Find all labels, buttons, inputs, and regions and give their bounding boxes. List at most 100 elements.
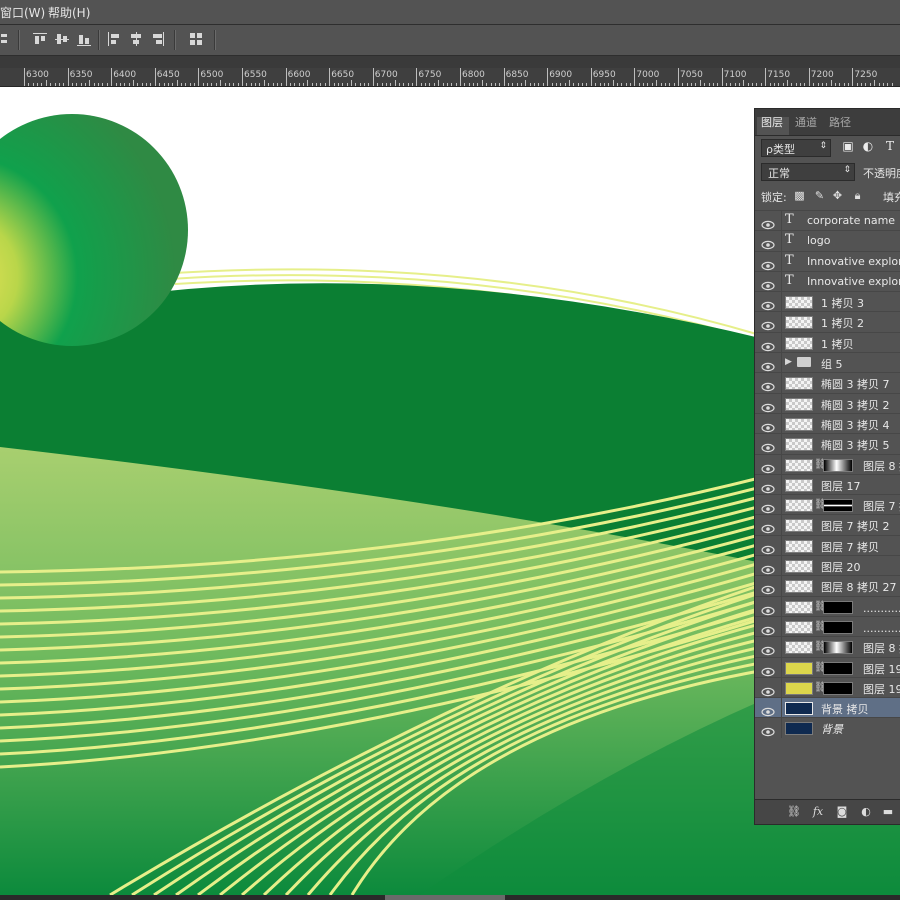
ruler-tick bbox=[403, 83, 405, 86]
eye-icon[interactable] bbox=[761, 357, 775, 372]
layer-row[interactable]: 椭圆 3 拷贝 4 bbox=[755, 412, 900, 434]
eye-icon[interactable] bbox=[761, 438, 775, 453]
eye-icon[interactable] bbox=[761, 459, 775, 473]
distribute-icon[interactable] bbox=[188, 31, 204, 47]
lock-position-icon[interactable]: ✥ bbox=[831, 189, 844, 202]
layer-filter-select[interactable]: ρ类型 ⇕ bbox=[761, 139, 831, 157]
layer-row[interactable]: Tcorporate name bbox=[755, 210, 900, 231]
eye-icon[interactable] bbox=[761, 560, 775, 575]
ruler-tick bbox=[303, 83, 305, 86]
layer-row[interactable]: 椭圆 3 拷贝 5 bbox=[755, 433, 900, 454]
tab-layers[interactable]: 图层 bbox=[761, 114, 783, 130]
layer-row[interactable]: 背景 拷贝 bbox=[755, 697, 900, 718]
image-filter-icon[interactable]: ▣ bbox=[841, 139, 855, 153]
link-layers-icon[interactable]: ⛓︎ bbox=[787, 805, 801, 819]
layer-name: 图层 7 拷贝 2 bbox=[821, 520, 890, 534]
layer-row[interactable]: T Innovative exploratio bbox=[755, 250, 900, 271]
layer-row[interactable]: T Innovative exploratio bbox=[755, 270, 900, 292]
layer-row[interactable]: ⛓︎........... 拷 bbox=[755, 595, 900, 616]
eye-icon[interactable] bbox=[761, 662, 775, 676]
adjustment-layer-icon[interactable]: ◐ bbox=[859, 805, 873, 819]
eye-icon[interactable] bbox=[761, 499, 775, 514]
scrollbar-thumb[interactable] bbox=[385, 895, 505, 900]
layer-row[interactable]: ⛓︎图层 8 拷 bbox=[755, 636, 900, 657]
eye-icon[interactable] bbox=[761, 418, 775, 433]
layer-thumbnail bbox=[785, 499, 813, 513]
fx-icon[interactable]: fx bbox=[811, 805, 825, 819]
adjustment-filter-icon[interactable]: ◐ bbox=[861, 139, 875, 153]
align-horizontal-center-icon[interactable] bbox=[128, 31, 144, 47]
ruler-label: 7250 bbox=[854, 70, 878, 80]
eye-icon[interactable] bbox=[761, 702, 775, 717]
eye-icon[interactable] bbox=[761, 256, 775, 270]
layer-row[interactable]: 背景 bbox=[755, 717, 900, 738]
ruler-tick bbox=[41, 83, 43, 86]
layer-row[interactable]: ⛓︎图层 7 拷 bbox=[755, 494, 900, 515]
layer-row[interactable]: ⛓︎ 图层 19 bbox=[755, 676, 900, 698]
ruler-tick bbox=[255, 83, 257, 86]
add-mask-icon[interactable]: ◙ bbox=[835, 805, 849, 819]
ruler-tick bbox=[250, 83, 252, 86]
eye-icon[interactable] bbox=[761, 540, 775, 554]
layer-row[interactable]: 图层 7 拷贝 2 bbox=[755, 514, 900, 535]
layer-row[interactable]: 椭圆 3 拷贝 7 bbox=[755, 372, 900, 393]
tab-paths[interactable]: 路径 bbox=[829, 114, 851, 130]
layer-row[interactable]: 1 拷贝 3 bbox=[755, 291, 900, 312]
eye-icon[interactable] bbox=[761, 215, 775, 230]
menu-help[interactable]: 帮助(H) bbox=[48, 4, 90, 21]
layer-row[interactable]: ⛓︎........... 拷 bbox=[755, 615, 900, 637]
ruler-tick bbox=[547, 68, 549, 86]
ruler-tick bbox=[778, 83, 780, 86]
menu-window[interactable]: 窗口(W) bbox=[0, 4, 45, 21]
eye-icon[interactable] bbox=[761, 337, 775, 351]
layer-row[interactable]: 椭圆 3 拷贝 2 bbox=[755, 392, 900, 413]
ruler-tick bbox=[167, 83, 169, 86]
expand-arrow-icon[interactable]: ▶ bbox=[785, 357, 792, 367]
ruler-tick bbox=[263, 80, 265, 86]
eye-icon[interactable] bbox=[761, 296, 775, 311]
ruler-tick bbox=[89, 80, 91, 86]
ruler-label: 7000 bbox=[636, 70, 660, 80]
horizontal-scrollbar[interactable] bbox=[0, 895, 900, 900]
menu-bar: 窗口(W) 帮助(H) bbox=[0, 0, 900, 25]
eye-icon[interactable] bbox=[761, 377, 775, 392]
blend-mode-select[interactable]: 正常 ⇕ bbox=[761, 163, 855, 181]
new-group-icon[interactable]: ▬ bbox=[881, 805, 895, 819]
blend-mode-value: 正常 bbox=[768, 167, 790, 180]
eye-icon[interactable] bbox=[761, 235, 775, 250]
eye-icon[interactable] bbox=[761, 722, 775, 737]
layer-row[interactable]: 图层 8 拷贝 27 bbox=[755, 575, 900, 596]
layer-row[interactable]: ⛓︎ 图层 19 bbox=[755, 656, 900, 677]
layer-row[interactable]: ▶ 组 5 bbox=[755, 352, 900, 373]
layer-row[interactable]: 1 拷贝 bbox=[755, 331, 900, 353]
eye-icon[interactable] bbox=[761, 641, 775, 656]
eye-icon[interactable] bbox=[761, 398, 775, 412]
align-top-icon[interactable] bbox=[32, 31, 48, 47]
tab-channels[interactable]: 通道 bbox=[795, 114, 817, 130]
eye-icon[interactable] bbox=[761, 580, 775, 595]
layer-thumbnail bbox=[785, 702, 813, 716]
lock-transparent-icon[interactable]: ▩ bbox=[793, 189, 806, 202]
eye-icon[interactable] bbox=[761, 316, 775, 331]
align-icon[interactable] bbox=[0, 31, 16, 47]
align-right-icon[interactable] bbox=[150, 31, 166, 47]
layer-row[interactable]: 图层 7 拷贝 bbox=[755, 534, 900, 556]
type-filter-icon[interactable]: T bbox=[883, 139, 897, 153]
align-left-icon[interactable] bbox=[106, 31, 122, 47]
eye-icon[interactable] bbox=[761, 601, 775, 615]
align-vertical-center-icon[interactable] bbox=[54, 31, 70, 47]
eye-icon[interactable] bbox=[761, 519, 775, 534]
ruler-tick bbox=[233, 83, 235, 86]
lock-paint-icon[interactable]: ✎ bbox=[813, 189, 826, 202]
eye-icon[interactable] bbox=[761, 479, 775, 494]
layer-row[interactable]: 图层 20 bbox=[755, 555, 900, 576]
align-bottom-icon[interactable] bbox=[76, 31, 92, 47]
layer-row[interactable]: ⛓︎图层 8 拷 bbox=[755, 453, 900, 474]
eye-icon[interactable] bbox=[761, 621, 775, 636]
layer-row[interactable]: 1 拷贝 2 bbox=[755, 311, 900, 332]
eye-icon[interactable] bbox=[761, 682, 775, 697]
lock-all-icon[interactable]: 🔒︎ bbox=[851, 189, 864, 202]
eye-icon[interactable] bbox=[761, 276, 775, 291]
layer-row[interactable]: Tlogo bbox=[755, 230, 900, 251]
layer-row[interactable]: 图层 17 bbox=[755, 473, 900, 495]
